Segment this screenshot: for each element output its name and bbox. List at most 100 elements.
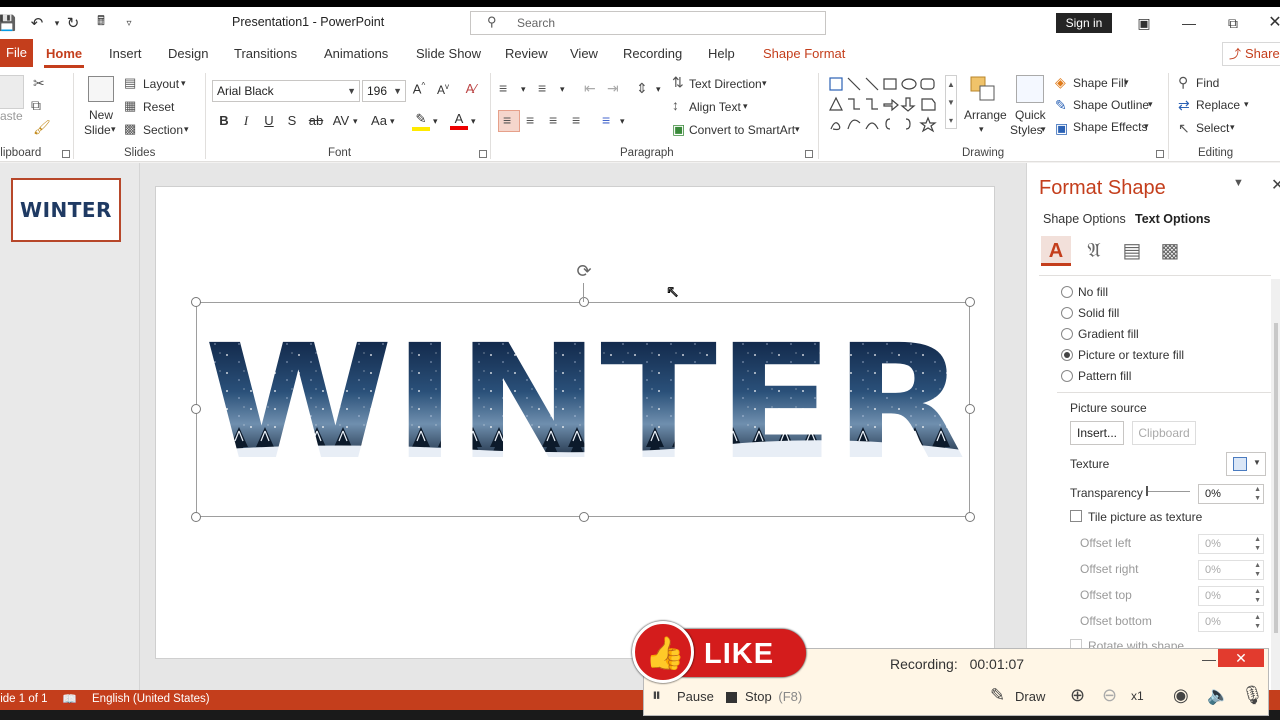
convert-smartart-button[interactable]: Convert to SmartArt xyxy=(689,123,795,137)
line-spacing-icon[interactable]: ⇕ xyxy=(636,80,648,97)
columns-icon[interactable]: ≡ xyxy=(602,112,610,128)
tab-slide-show[interactable]: Slide Show xyxy=(416,46,481,61)
resize-handle[interactable] xyxy=(191,512,201,522)
chevron-down-icon[interactable]: ▾ xyxy=(471,116,476,127)
draw-pen-icon[interactable]: ✎ xyxy=(990,685,1005,706)
increase-indent-icon[interactable]: ⇥ xyxy=(607,80,619,97)
text-direction-button[interactable]: Text Direction xyxy=(689,77,762,91)
recorder-minimize-icon[interactable]: — xyxy=(1202,651,1216,667)
copy-icon[interactable]: ⧉ xyxy=(31,97,41,114)
insert-picture-button[interactable]: Insert... xyxy=(1070,421,1124,445)
replace-icon[interactable]: ⇄ xyxy=(1178,97,1190,114)
accessibility-icon[interactable]: 📖 xyxy=(62,692,77,706)
new-slide-label[interactable]: New xyxy=(89,108,113,122)
shapes-gallery[interactable] xyxy=(826,75,958,137)
minimize-icon[interactable]: — xyxy=(1176,13,1202,33)
pane-options-icon[interactable]: ▼ xyxy=(1233,177,1244,189)
chevron-down-icon[interactable]: ▾ xyxy=(390,116,395,127)
shadow-button[interactable]: S xyxy=(283,113,301,128)
arrange-button[interactable]: Arrange xyxy=(964,108,1007,122)
customize-qat-icon[interactable]: ▿ xyxy=(118,13,140,33)
find-button[interactable]: Find xyxy=(1196,76,1219,90)
chevron-down-icon[interactable]: ▾ xyxy=(433,116,438,127)
chevron-down-icon[interactable]: ▾ xyxy=(353,116,358,127)
bold-button[interactable]: B xyxy=(215,113,233,128)
resize-handle[interactable] xyxy=(965,297,975,307)
resize-handle[interactable] xyxy=(965,512,975,522)
change-case-button[interactable]: Aa xyxy=(368,113,390,128)
tab-text-options[interactable]: Text Options xyxy=(1135,212,1210,226)
chevron-down-icon[interactable]: ▾ xyxy=(1124,77,1129,88)
pause-button[interactable]: Pause xyxy=(677,689,714,704)
webcam-icon[interactable]: ◉ xyxy=(1173,685,1189,706)
paste-label[interactable]: Paste xyxy=(0,109,23,123)
cut-icon[interactable]: ✂ xyxy=(33,75,45,92)
transparency-input[interactable]: 0% ▲ ▼ xyxy=(1198,484,1264,504)
text-effects-icon[interactable]: 𝔄 xyxy=(1079,236,1109,266)
radio-button[interactable] xyxy=(1061,370,1073,382)
stop-icon[interactable] xyxy=(726,692,737,703)
radio-button-selected[interactable] xyxy=(1061,349,1073,361)
layout-button[interactable]: Layout xyxy=(143,77,179,91)
chevron-down-icon[interactable]: ▾ xyxy=(1230,122,1235,133)
tab-insert[interactable]: Insert xyxy=(109,46,142,61)
chevron-down-icon[interactable]: ▾ xyxy=(1041,124,1046,135)
language[interactable]: English (United States) xyxy=(92,693,210,705)
tab-view[interactable]: View xyxy=(570,46,598,61)
microphone-icon[interactable]: 🎙 xyxy=(1241,685,1264,706)
section-dropdown-icon[interactable]: ▾ xyxy=(184,124,189,135)
search-box[interactable]: ⚲ Search xyxy=(470,11,826,35)
textbox-icon[interactable]: ▤ xyxy=(1117,236,1147,266)
font-name-select[interactable]: Arial Black ▼ xyxy=(212,80,360,102)
spin-arrows-icon[interactable]: ▲ ▼ xyxy=(1254,485,1261,503)
align-text-button[interactable]: Align Text xyxy=(689,100,741,114)
offset-top-input[interactable]: 0% ▲ ▼ xyxy=(1198,586,1264,606)
highlight-color-icon[interactable]: ✎ xyxy=(412,111,430,131)
like-badge[interactable]: LIKE 👍 xyxy=(632,621,806,685)
resize-handle[interactable] xyxy=(579,512,589,522)
transparency-slider[interactable] xyxy=(1146,491,1190,492)
smartart-icon[interactable]: ▣ xyxy=(672,121,685,138)
underline-button[interactable]: U xyxy=(260,113,278,128)
offset-bottom-input[interactable]: 0% ▲ ▼ xyxy=(1198,612,1264,632)
sign-in-button[interactable]: Sign in xyxy=(1056,13,1112,33)
chevron-down-icon[interactable]: ▾ xyxy=(1148,99,1153,110)
rotate-handle-icon[interactable]: ⟳ xyxy=(573,260,595,282)
tab-recording[interactable]: Recording xyxy=(623,46,682,61)
ribbon-display-options-icon[interactable]: ▣ xyxy=(1131,13,1157,33)
reset-icon[interactable]: ▦ xyxy=(124,98,136,114)
quick-styles-label-2[interactable]: Styles xyxy=(1010,123,1043,137)
clipboard-launcher-icon[interactable] xyxy=(62,150,70,158)
undo-icon[interactable]: ↶ xyxy=(26,13,48,33)
pane-scrollbar-thumb[interactable] xyxy=(1274,323,1278,633)
speaker-icon[interactable]: 🔈 xyxy=(1207,685,1229,706)
zoom-out-icon[interactable]: ⊖ xyxy=(1102,685,1117,706)
radio-button[interactable] xyxy=(1061,307,1073,319)
replace-button[interactable]: Replace xyxy=(1196,98,1240,112)
reset-button[interactable]: Reset xyxy=(143,100,174,114)
shape-outline-button[interactable]: Shape Outline xyxy=(1073,98,1149,112)
chevron-down-icon[interactable]: ▾ xyxy=(795,124,800,135)
tab-design[interactable]: Design xyxy=(168,46,208,61)
recorder-close-icon[interactable]: ✕ xyxy=(1218,649,1264,667)
chevron-down-icon[interactable]: ▾ xyxy=(656,84,661,95)
format-painter-icon[interactable]: 🖌 xyxy=(33,119,51,136)
paragraph-launcher-icon[interactable] xyxy=(805,150,813,158)
save-icon[interactable]: 💾 xyxy=(0,13,18,33)
chevron-down-icon[interactable]: ▾ xyxy=(620,116,625,127)
chevron-down-icon[interactable]: ▾ xyxy=(762,78,767,89)
offset-left-input[interactable]: 0% ▲ ▼ xyxy=(1198,534,1264,554)
clipboard-button[interactable]: Clipboard xyxy=(1132,421,1196,445)
shape-effects-button[interactable]: Shape Effects xyxy=(1073,120,1148,134)
pause-icon[interactable]: ⏸ xyxy=(652,685,661,706)
radio-button[interactable] xyxy=(1061,286,1073,298)
chevron-down-icon[interactable]: ▾ xyxy=(1144,121,1149,132)
arrange-icon[interactable] xyxy=(969,75,997,103)
decrease-indent-icon[interactable]: ⇤ xyxy=(584,80,596,97)
stop-button[interactable]: Stop (F8) xyxy=(745,689,802,704)
chevron-down-icon[interactable]: ▾ xyxy=(560,84,565,95)
new-slide-label-2[interactable]: Slide xyxy=(84,123,111,137)
shapes-scroll[interactable]: ▲ ▼ ▾ xyxy=(945,75,957,129)
chevron-down-icon[interactable]: ▾ xyxy=(1244,99,1249,110)
share-button[interactable]: ⤴ Share xyxy=(1222,42,1280,66)
